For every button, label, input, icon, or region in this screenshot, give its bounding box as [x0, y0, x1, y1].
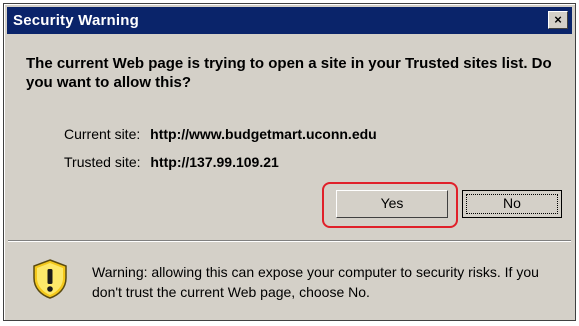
trusted-site-row: Trusted site: http://137.99.109.21: [64, 154, 279, 170]
trusted-site-label: Trusted site:: [64, 154, 141, 170]
no-button-label: No: [503, 195, 521, 211]
current-site-value: http://www.budgetmart.uconn.edu: [150, 126, 377, 142]
divider: [8, 240, 571, 242]
trusted-site-value: http://137.99.109.21: [150, 154, 279, 170]
shield-warning-icon: [33, 259, 67, 299]
no-button[interactable]: No: [462, 190, 562, 218]
yes-button-label: Yes: [380, 195, 404, 211]
current-site-label: Current site:: [64, 126, 141, 142]
warning-message: Warning: allowing this can expose your c…: [92, 264, 539, 300]
close-icon: ×: [554, 12, 562, 27]
current-site-row: Current site: http://www.budgetmart.ucon…: [64, 126, 377, 142]
yes-button[interactable]: Yes: [336, 190, 448, 218]
security-warning-dialog: Security Warning × The current Web page …: [3, 3, 576, 321]
dialog-question: The current Web page is trying to open a…: [26, 55, 552, 91]
title-bar[interactable]: Security Warning ×: [7, 7, 572, 34]
close-button[interactable]: ×: [548, 11, 568, 29]
window-title: Security Warning: [13, 12, 139, 29]
